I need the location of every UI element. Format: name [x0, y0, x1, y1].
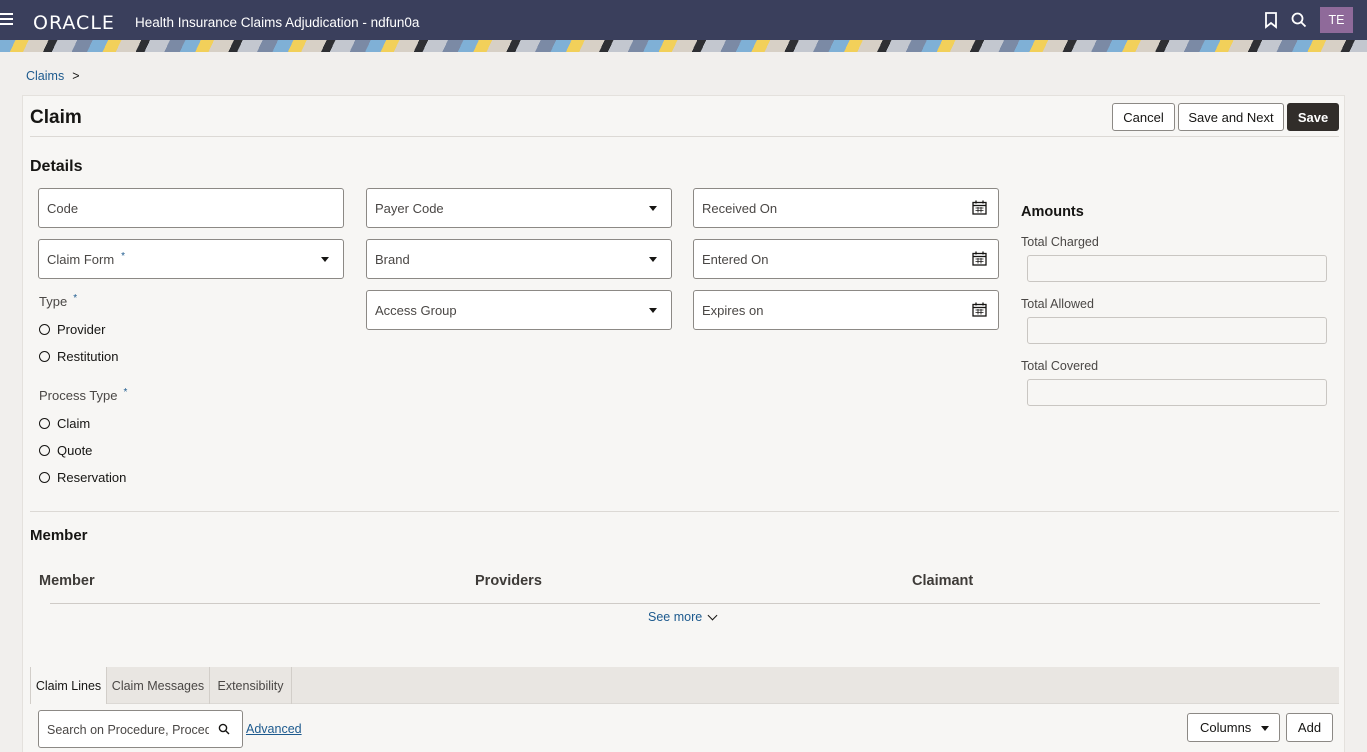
tab-extensibility[interactable]: Extensibility: [210, 667, 292, 704]
total-allowed-value: [1027, 317, 1327, 344]
payer-code-select[interactable]: Payer Code: [366, 188, 672, 228]
tab-claim-lines[interactable]: Claim Lines: [30, 667, 107, 704]
process-radio-reservation[interactable]: Reservation: [39, 470, 126, 485]
total-covered-value: [1027, 379, 1327, 406]
required-marker: *: [121, 251, 126, 262]
see-more-label: See more: [648, 610, 703, 624]
columns-button[interactable]: Columns: [1187, 713, 1280, 742]
claim-lines-search-input[interactable]: Search on Procedure, Procedure: [38, 710, 243, 748]
access-group-label: Access Group: [375, 303, 457, 318]
oracle-logo: ORACLE: [33, 12, 115, 34]
page-title: Claim: [30, 107, 82, 128]
decorative-banner: [0, 40, 1367, 52]
chevron-down-icon: [649, 206, 657, 211]
breadcrumb-claims-link[interactable]: Claims: [26, 69, 64, 83]
member-heading: Member: [30, 527, 88, 544]
title-divider: [30, 136, 1339, 137]
code-label: Code: [47, 201, 79, 216]
brand-select[interactable]: Brand: [366, 239, 672, 279]
received-on-date-field[interactable]: Received On: [693, 188, 999, 228]
chevron-down-icon: [649, 308, 657, 313]
chevron-down-icon: [707, 610, 718, 620]
required-marker: *: [73, 293, 78, 304]
radio-label: Provider: [57, 322, 106, 337]
tab-bar: Claim Lines Claim Messages Extensibility: [30, 667, 1339, 704]
claim-form-label: Claim Form: [47, 252, 115, 267]
member-divider: [50, 603, 1320, 604]
process-radio-quote[interactable]: Quote: [39, 443, 92, 458]
entered-on-label: Entered On: [702, 252, 769, 267]
radio-label: Quote: [57, 443, 93, 458]
radio-label: Claim: [57, 416, 91, 431]
tab-claim-messages[interactable]: Claim Messages: [107, 667, 210, 704]
cancel-button[interactable]: Cancel: [1112, 103, 1175, 131]
total-covered-label: Total Covered: [1021, 359, 1099, 373]
add-line-button[interactable]: Add: [1286, 713, 1333, 742]
search-icon[interactable]: [218, 723, 230, 735]
chevron-down-icon: [649, 257, 657, 262]
calendar-icon[interactable]: [972, 200, 987, 215]
process-type-label: Process Type: [39, 388, 118, 403]
radio-circle-icon: [39, 324, 50, 335]
total-charged-label: Total Charged: [1021, 235, 1099, 249]
app-title: Health Insurance Claims Adjudication - n…: [135, 15, 420, 30]
claim-card: Claim Cancel Save and Next Save Details …: [22, 95, 1345, 752]
expires-on-label: Expires on: [702, 303, 764, 318]
user-avatar[interactable]: TE: [1320, 7, 1353, 33]
radio-circle-icon: [39, 445, 50, 456]
type-radio-provider[interactable]: Provider: [39, 322, 105, 337]
entered-on-date-field[interactable]: Entered On: [693, 239, 999, 279]
search-placeholder: Search on Procedure, Procedure: [47, 723, 209, 737]
search-icon[interactable]: [1290, 11, 1308, 29]
required-marker: *: [123, 387, 128, 398]
section-divider: [30, 511, 1339, 512]
brand-label: Brand: [375, 252, 410, 267]
details-heading: Details: [30, 158, 83, 175]
save-and-next-button[interactable]: Save and Next: [1178, 103, 1284, 131]
radio-circle-icon: [39, 418, 50, 429]
type-radio-restitution[interactable]: Restitution: [39, 349, 118, 364]
see-more-link[interactable]: See more: [648, 610, 718, 624]
received-on-label: Received On: [702, 201, 778, 216]
expires-on-date-field[interactable]: Expires on: [693, 290, 999, 330]
radio-label: Restitution: [57, 349, 119, 364]
member-column-header: Member: [39, 573, 95, 589]
amounts-heading: Amounts: [1021, 204, 1084, 220]
code-field[interactable]: Code: [38, 188, 344, 228]
type-label: Type: [39, 294, 68, 309]
columns-label: Columns: [1200, 720, 1252, 735]
hamburger-menu-icon[interactable]: [0, 13, 14, 26]
process-type-group-label: Process Type *: [39, 387, 128, 403]
providers-column-header: Providers: [475, 573, 542, 589]
radio-circle-icon: [39, 351, 50, 362]
payer-code-label: Payer Code: [375, 201, 444, 216]
claim-form-select[interactable]: Claim Form *: [38, 239, 344, 279]
chevron-down-icon: [321, 257, 329, 262]
app-header: ORACLE Health Insurance Claims Adjudicat…: [0, 0, 1367, 40]
advanced-search-link[interactable]: Advanced: [246, 722, 302, 736]
total-allowed-label: Total Allowed: [1021, 297, 1094, 311]
radio-circle-icon: [39, 472, 50, 483]
process-radio-claim[interactable]: Claim: [39, 416, 90, 431]
calendar-icon[interactable]: [972, 302, 987, 317]
bookmark-icon[interactable]: [1262, 11, 1280, 29]
radio-label: Reservation: [57, 470, 127, 485]
total-charged-value: [1027, 255, 1327, 282]
breadcrumb-separator: >: [72, 69, 80, 83]
calendar-icon[interactable]: [972, 251, 987, 266]
claimant-column-header: Claimant: [912, 573, 974, 589]
type-group-label: Type *: [39, 293, 78, 309]
breadcrumb: Claims >: [26, 69, 80, 83]
chevron-down-icon: [1261, 726, 1269, 731]
save-button[interactable]: Save: [1287, 103, 1339, 131]
access-group-select[interactable]: Access Group: [366, 290, 672, 330]
